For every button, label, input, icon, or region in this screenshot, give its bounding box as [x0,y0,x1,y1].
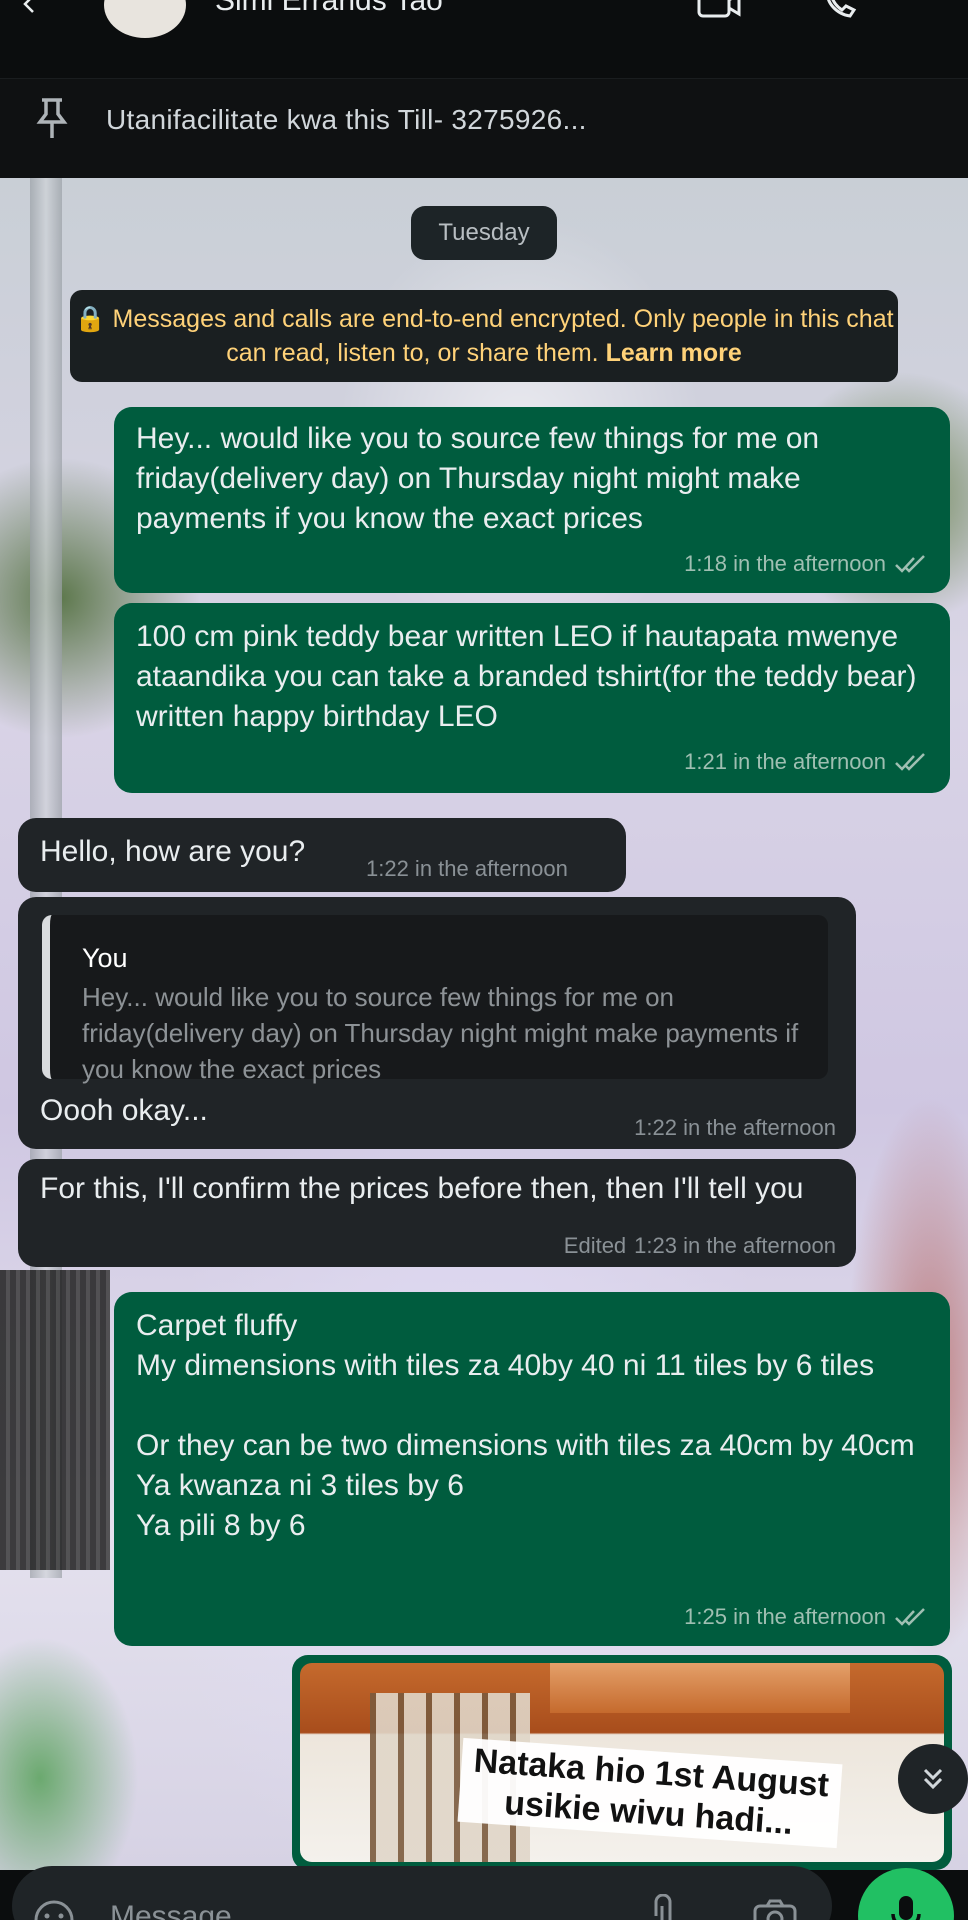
message-meta: Edited 1:23 in the afternoon [564,1233,836,1259]
message-text: Carpet fluffy My dimensions with tiles z… [136,1309,915,1542]
avatar[interactable] [104,0,186,38]
message-bubble-outgoing[interactable]: 100 cm pink teddy bear written LEO if ha… [114,603,950,793]
message-meta: 1:25 in the afternoon [684,1604,928,1630]
lock-icon: 🔒 [74,305,106,333]
message-meta: 1:22 in the afternoon [366,856,568,882]
message-time: 1:25 in the afternoon [684,1604,886,1629]
image-thumbnail[interactable]: Nataka hio 1st August usikie wivu hadi..… [300,1663,944,1862]
pinned-message-text[interactable]: Utanifacilitate kwa this Till- 3275926..… [106,104,587,136]
message-text: For this, I'll confirm the prices before… [40,1172,804,1205]
video-call-icon[interactable] [695,0,743,20]
message-time: 1:22 in the afternoon [634,1115,836,1140]
message-bubble-outgoing[interactable]: Carpet fluffy My dimensions with tiles z… [114,1292,950,1646]
camera-icon[interactable] [752,1898,798,1920]
message-time: 1:23 in the afternoon [634,1233,836,1258]
encryption-text: Messages and calls are end-to-end encryp… [112,305,894,367]
quoted-message[interactable]: You Hey... would like you to source few … [42,915,828,1084]
image-detail [550,1663,850,1713]
message-text: 100 cm pink teddy bear written LEO if ha… [136,620,925,733]
message-bubble-incoming[interactable]: For this, I'll confirm the prices before… [18,1159,856,1267]
message-time: 1:18 in the afternoon [684,551,886,576]
emoji-icon[interactable] [32,1898,76,1920]
mic-icon [891,1896,921,1920]
encryption-notice[interactable]: 🔒 Messages and calls are end-to-end encr… [70,290,898,382]
chevrons-down-icon [923,1768,943,1790]
message-text: Hello, how are you? [40,835,306,868]
double-check-icon [895,1608,925,1626]
chat-header: Simi Errands Tao [0,0,968,60]
learn-more-link[interactable]: Learn more [606,339,742,367]
date-chip: Tuesday [411,206,557,260]
phone-icon[interactable] [820,0,860,20]
quote-author: You [82,943,128,973]
message-meta: 1:18 in the afternoon [684,551,928,577]
wallpaper-detail [0,1270,110,1570]
message-input[interactable]: Message [110,1900,232,1920]
scroll-to-bottom-button[interactable] [898,1744,968,1814]
message-meta: 1:21 in the afternoon [684,749,928,775]
mic-button[interactable] [858,1868,954,1920]
attach-icon[interactable] [648,1894,678,1920]
double-check-icon [895,555,925,573]
message-bubble-outgoing[interactable]: Hey... would like you to source few thin… [114,407,950,593]
message-bubble-incoming[interactable]: Hello, how are you? 1:22 in the afternoo… [18,818,626,892]
message-meta: 1:22 in the afternoon [634,1115,836,1141]
message-text: Hey... would like you to source few thin… [136,422,828,535]
message-text: Oooh okay... [40,1094,208,1127]
message-bubble-incoming[interactable]: You Hey... would like you to source few … [18,897,856,1149]
edited-label: Edited [563,1233,627,1258]
message-time: 1:21 in the afternoon [684,749,886,774]
pin-icon [36,98,68,138]
image-message[interactable]: Nataka hio 1st August usikie wivu hadi..… [292,1655,952,1870]
chat-title[interactable]: Simi Errands Tao [215,0,443,18]
message-time: 1:22 in the afternoon [366,856,568,881]
double-check-icon [895,753,925,771]
quote-text: Hey... would like you to source few thin… [82,982,799,1084]
back-arrow-icon[interactable] [18,0,42,16]
